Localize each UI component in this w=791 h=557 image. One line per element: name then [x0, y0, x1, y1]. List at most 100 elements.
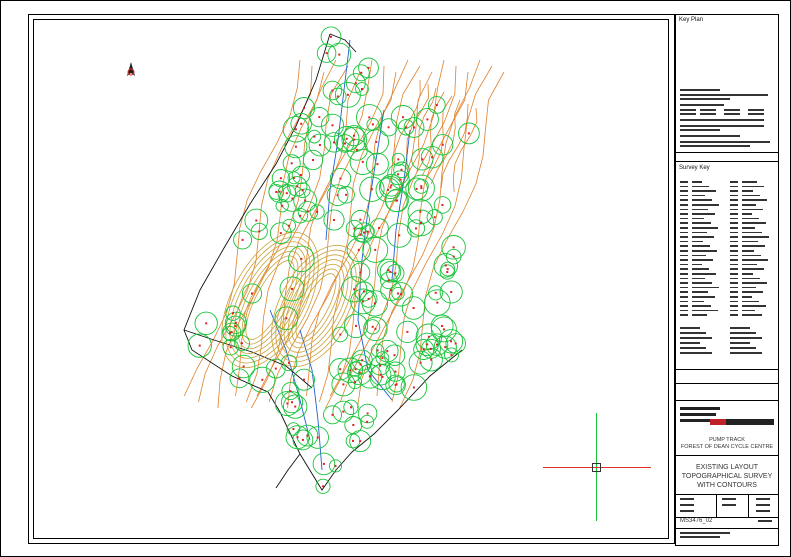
tree-point-marker — [352, 424, 355, 426]
tree-point-marker — [357, 248, 360, 251]
legend-code — [730, 286, 738, 289]
tree-point-marker — [353, 227, 356, 230]
tree-point-marker — [354, 368, 357, 371]
panel-divider — [676, 455, 778, 456]
tree-point-marker — [379, 373, 382, 376]
tree-point-marker — [454, 342, 457, 345]
tree-point-marker — [296, 436, 299, 439]
tree-point-marker — [339, 333, 342, 336]
tree-point-marker — [255, 219, 258, 222]
tree-point-marker — [421, 158, 424, 161]
legend-code — [680, 263, 688, 266]
tree-point-marker — [366, 230, 369, 233]
tree-point-marker — [446, 271, 449, 273]
survey-drawing — [183, 26, 505, 494]
tree-point-marker — [355, 324, 357, 327]
tree-point-marker — [342, 410, 345, 413]
legend-code — [730, 231, 738, 234]
tree-point-marker — [286, 402, 289, 405]
tree-point-marker — [436, 301, 439, 304]
tree-point-marker — [333, 141, 335, 144]
legend-code — [680, 190, 688, 192]
note-line — [700, 109, 716, 111]
tree-point-marker — [374, 327, 377, 330]
tree-point-marker — [397, 292, 399, 295]
legend-description — [742, 199, 767, 201]
note-line — [680, 98, 730, 100]
company-logo — [726, 419, 774, 425]
tree-point-marker — [433, 216, 436, 219]
legend-description — [692, 309, 718, 312]
tree-point-marker — [415, 187, 418, 190]
tree-point-marker — [394, 272, 397, 275]
note-line — [680, 129, 720, 131]
legend-abbreviation — [680, 327, 700, 329]
tree-point-marker — [331, 124, 334, 127]
tree-point-marker — [322, 462, 325, 465]
legend-description — [742, 240, 758, 243]
tree-point-marker — [452, 246, 455, 249]
tree-point-marker — [279, 232, 282, 235]
tree-point-marker — [289, 390, 292, 393]
legend-code — [680, 309, 688, 312]
tree-point-marker — [426, 343, 429, 346]
legend-description — [742, 309, 755, 312]
legend-description — [742, 277, 760, 280]
tree-point-marker — [346, 93, 349, 96]
legend-code — [680, 282, 688, 284]
tree-point-marker — [376, 163, 379, 166]
note-line — [724, 109, 740, 111]
legend-code — [680, 250, 688, 252]
panel-divider — [676, 152, 778, 153]
tree-point-marker — [389, 186, 392, 189]
note-line — [680, 89, 720, 91]
legend-code — [730, 314, 738, 316]
note-line — [700, 113, 716, 115]
legend-abbreviation — [730, 337, 762, 339]
legend-code — [680, 194, 688, 197]
tree-point-marker — [420, 221, 422, 224]
legend-code — [730, 245, 738, 247]
legend-code — [680, 305, 688, 307]
tree-point-marker — [342, 383, 345, 386]
tree-point-marker — [359, 440, 362, 443]
tree-point-marker — [400, 168, 403, 171]
tree-point-marker — [304, 199, 307, 202]
note-line — [724, 113, 740, 115]
legend-description — [742, 208, 763, 211]
legend-abbreviation — [680, 347, 706, 349]
legend-code — [730, 217, 738, 220]
drawing-title-line1: EXISTING LAYOUT — [695, 464, 759, 471]
panel-divider — [676, 383, 778, 384]
legend-description — [692, 181, 702, 183]
legend-description — [742, 296, 752, 298]
legend-code — [730, 273, 738, 275]
legend-description — [742, 300, 759, 303]
tree-point-marker — [356, 148, 358, 151]
tree-point-marker — [334, 464, 337, 467]
tree-point-marker — [431, 156, 434, 159]
legend-description — [742, 291, 763, 293]
tree-point-marker — [361, 88, 363, 90]
tree-point-marker — [299, 174, 302, 176]
contour-line — [357, 71, 469, 409]
site-boundary — [183, 33, 463, 491]
legend-code — [680, 213, 688, 215]
legend-code — [680, 259, 688, 261]
tree-point-marker — [395, 383, 398, 386]
title-block: Key Plan Survey Key PUMP TRACK FOREST OF… — [675, 14, 779, 546]
legend-code — [730, 291, 738, 293]
legend-code — [730, 190, 738, 192]
copyright-line — [680, 532, 730, 534]
key-plan-label: Key Plan — [679, 17, 704, 23]
tree-point-marker — [313, 135, 316, 138]
tree-point-marker — [412, 386, 415, 389]
legend-code — [680, 245, 688, 247]
sheet-info — [680, 498, 694, 500]
tree-point-marker — [205, 322, 208, 325]
legend-code — [730, 185, 738, 188]
tree-point-marker — [406, 330, 409, 333]
tree-point-marker — [353, 134, 355, 137]
tree-point-marker — [430, 347, 432, 350]
tree-point-marker — [399, 178, 402, 181]
